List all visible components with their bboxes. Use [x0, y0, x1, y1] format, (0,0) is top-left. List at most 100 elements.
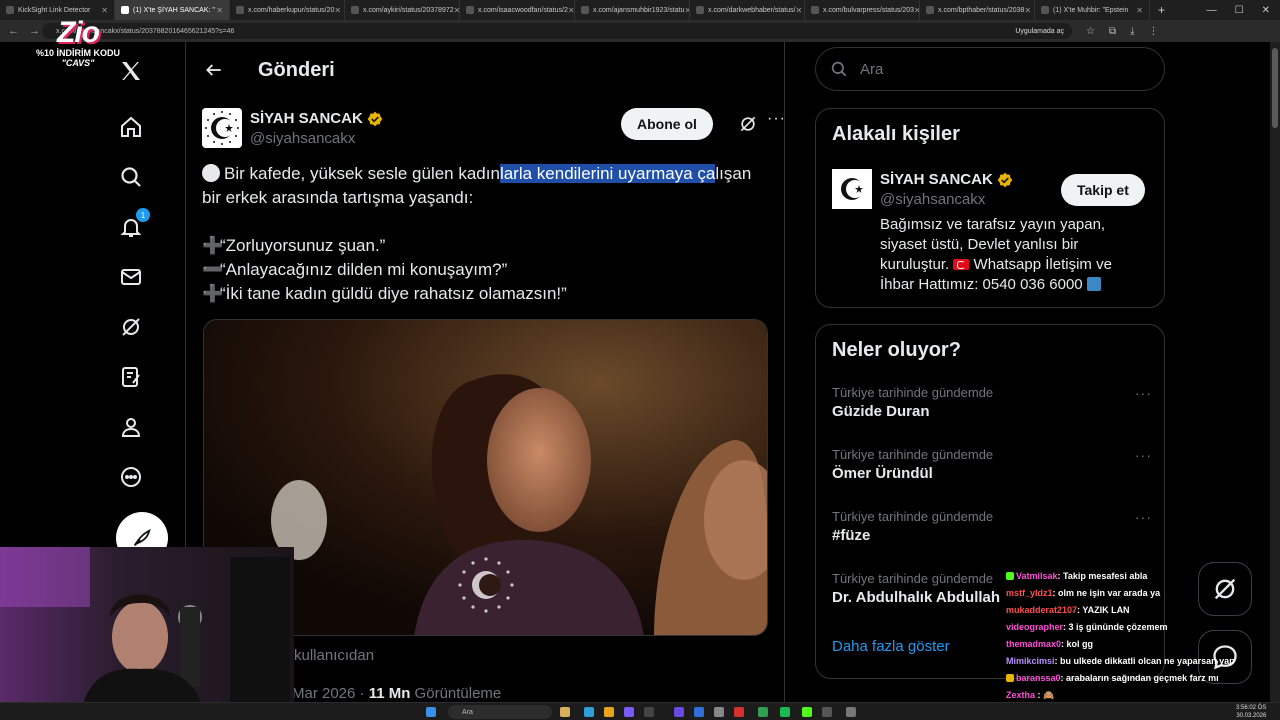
arrow-emoji-icon [1086, 277, 1101, 291]
address-bar: ← → x.com/siyahsancakx/status/2037882016… [0, 20, 1280, 42]
tab-favicon-icon [466, 6, 474, 14]
browser-tab[interactable]: (1) X'te Muhbir: "Epstein ✕ [1035, 0, 1150, 20]
streamer-webcam [0, 547, 294, 720]
trend-more-icon[interactable]: ··· [1135, 385, 1152, 401]
browser-tab[interactable]: x.com/haberkupur/status/20 ✕ [230, 0, 345, 20]
app-icon[interactable] [694, 707, 704, 717]
tab-close-icon[interactable]: ✕ [568, 6, 574, 15]
tab-close-icon[interactable]: ✕ [1024, 6, 1031, 15]
profile-icon[interactable] [118, 414, 144, 440]
tab-title: x.com/isaacwoodfan/status/2 [478, 6, 568, 14]
trend-more-icon[interactable]: ··· [1135, 509, 1152, 525]
subscribe-button[interactable]: Abone ol [621, 108, 713, 140]
browser-tab[interactable]: x.com/bulvarpress/status/203✕ [805, 0, 920, 20]
clock-date: 30.03.2026 [1236, 713, 1267, 719]
scrollbar-thumb[interactable] [1272, 48, 1278, 128]
post-text-line: Bir kafede, yüksek sesle gülen kadınlarl… [202, 162, 772, 186]
chat-user: mukadderat2107 [1006, 605, 1078, 615]
file-explorer-icon[interactable] [560, 707, 570, 717]
tab-close-icon[interactable]: ✕ [334, 6, 341, 15]
chat-text: : 3 iş gününde çözemem [1063, 622, 1168, 632]
back-arrow-icon[interactable] [204, 60, 224, 80]
author-name[interactable]: SİYAH SANCAK [250, 110, 383, 127]
related-handle[interactable]: @siyahsancakx [880, 191, 985, 208]
new-tab-button[interactable]: + [1150, 3, 1173, 17]
chat-text: : bu ulkede dikkatli olcan ne yaparsan y… [1054, 656, 1235, 666]
tab-close-icon[interactable]: ✕ [216, 6, 223, 15]
browser-tab[interactable]: x.com/ajansmuhbir1923/statu✕ [575, 0, 690, 20]
grok-explain-icon[interactable] [738, 114, 758, 134]
related-name[interactable]: SİYAH SANCAK [880, 171, 1013, 188]
webcam-frame [0, 547, 294, 720]
related-people-card: Alakalı kişiler SİYAH SANCAK @siyahsanca… [815, 108, 1165, 308]
related-people-title: Alakalı kişiler [832, 123, 960, 145]
trend-item[interactable]: Türkiye tarihinde gündemde Güzide Duran … [832, 385, 1152, 420]
app-icon[interactable] [758, 707, 768, 717]
browser-tab[interactable]: x.com/aykiri/status/20378972 ✕ [345, 0, 460, 20]
url-field[interactable]: x.com/siyahsancakx/status/20378820164656… [42, 23, 1072, 39]
app-icon[interactable] [846, 707, 856, 717]
related-avatar[interactable] [832, 169, 872, 209]
browser-tab-active[interactable]: (1) X'te ŞİYAH SANCAK: " ✕ [115, 0, 230, 20]
taskbar-search-text: Ara [462, 708, 473, 716]
window-controls: — ☐ ✕ [1207, 5, 1280, 16]
open-in-app-button[interactable]: Uygulamada aç [1015, 28, 1064, 35]
spotify-icon[interactable] [780, 707, 790, 717]
trend-item[interactable]: Türkiye tarihinde gündemde #füze ··· [832, 509, 1152, 544]
follow-button[interactable]: Takip et [1061, 174, 1145, 206]
lists-icon[interactable] [118, 364, 144, 390]
messages-envelope-icon[interactable] [118, 264, 144, 290]
chrome-icon[interactable] [604, 707, 614, 717]
post-date[interactable]: Mar 2026 · [292, 685, 369, 702]
browser-tab[interactable]: x.com/isaacwoodfan/status/2 ✕ [460, 0, 575, 20]
home-icon[interactable] [118, 114, 144, 140]
chat-badge-icon [1006, 572, 1014, 580]
kick-icon[interactable] [802, 707, 812, 717]
menu-icon[interactable]: ⋮ [1149, 26, 1159, 37]
search-field[interactable]: Ara [815, 47, 1165, 91]
tab-close-icon[interactable]: ✕ [1136, 6, 1143, 15]
chat-text: : YAZIK LAN [1077, 605, 1130, 615]
browser-tab[interactable]: x.com/bpthaber/status/2038 ✕ [920, 0, 1035, 20]
app-icon[interactable] [734, 707, 744, 717]
windows-start-icon[interactable] [426, 707, 436, 717]
sponsor-code: "CAVS" [61, 58, 95, 68]
tab-favicon-icon [1041, 6, 1049, 14]
trend-item[interactable]: Türkiye tarihinde gündemde Ömer Üründül … [832, 447, 1152, 482]
selected-text: larla kendilerini uyarmaya ça [499, 164, 716, 183]
app-icon[interactable] [714, 707, 724, 717]
tab-close-icon[interactable]: ✕ [796, 6, 803, 15]
taskbar-search[interactable]: Ara [448, 705, 552, 719]
quote-text: “İki tane kadın güldü diye rahatsız olam… [220, 284, 567, 303]
notifications-bell-icon[interactable]: 1 [118, 208, 150, 240]
edge-icon[interactable] [584, 707, 594, 717]
tab-title: KickSight Link Detector [18, 6, 91, 14]
show-more-link[interactable]: Daha fazla göster [832, 638, 950, 655]
tab-close-icon[interactable]: ✕ [101, 6, 108, 15]
app-icon[interactable] [822, 707, 832, 717]
bookmark-star-icon[interactable]: ☆ [1086, 26, 1095, 37]
taskbar-clock[interactable]: 3:56:02 ÖS 30.03.2026 [1236, 704, 1266, 720]
crescent-star-logo-icon [202, 108, 242, 148]
column-divider [784, 42, 785, 702]
app-icon[interactable] [644, 707, 654, 717]
maximize-icon[interactable]: ☐ [1235, 5, 1244, 16]
extensions-icon[interactable]: ⧉ [1109, 26, 1116, 37]
browser-tab[interactable]: x.com/darkwebhaber/status/✕ [690, 0, 805, 20]
minimize-icon[interactable]: — [1207, 5, 1217, 16]
app-icon[interactable] [674, 707, 684, 717]
author-avatar[interactable] [202, 108, 242, 148]
post-header: Gönderi [186, 42, 784, 98]
discord-icon[interactable] [624, 707, 634, 717]
explore-search-icon[interactable] [118, 164, 144, 190]
close-window-icon[interactable]: ✕ [1262, 5, 1270, 16]
back-icon[interactable]: ← [8, 25, 19, 37]
downloads-icon[interactable]: ⤓ [1130, 26, 1134, 37]
author-handle[interactable]: @siyahsancakx [250, 130, 355, 147]
trend-more-icon[interactable]: ··· [1135, 447, 1152, 463]
more-options-icon[interactable] [118, 464, 144, 490]
chat-user: mstf_yldz1 [1006, 588, 1053, 598]
grok-icon[interactable] [118, 314, 144, 340]
related-bio: Bağımsız ve tarafsız yayın yapan, siyase… [880, 215, 1150, 295]
post-more-icon[interactable]: ··· [767, 111, 784, 132]
